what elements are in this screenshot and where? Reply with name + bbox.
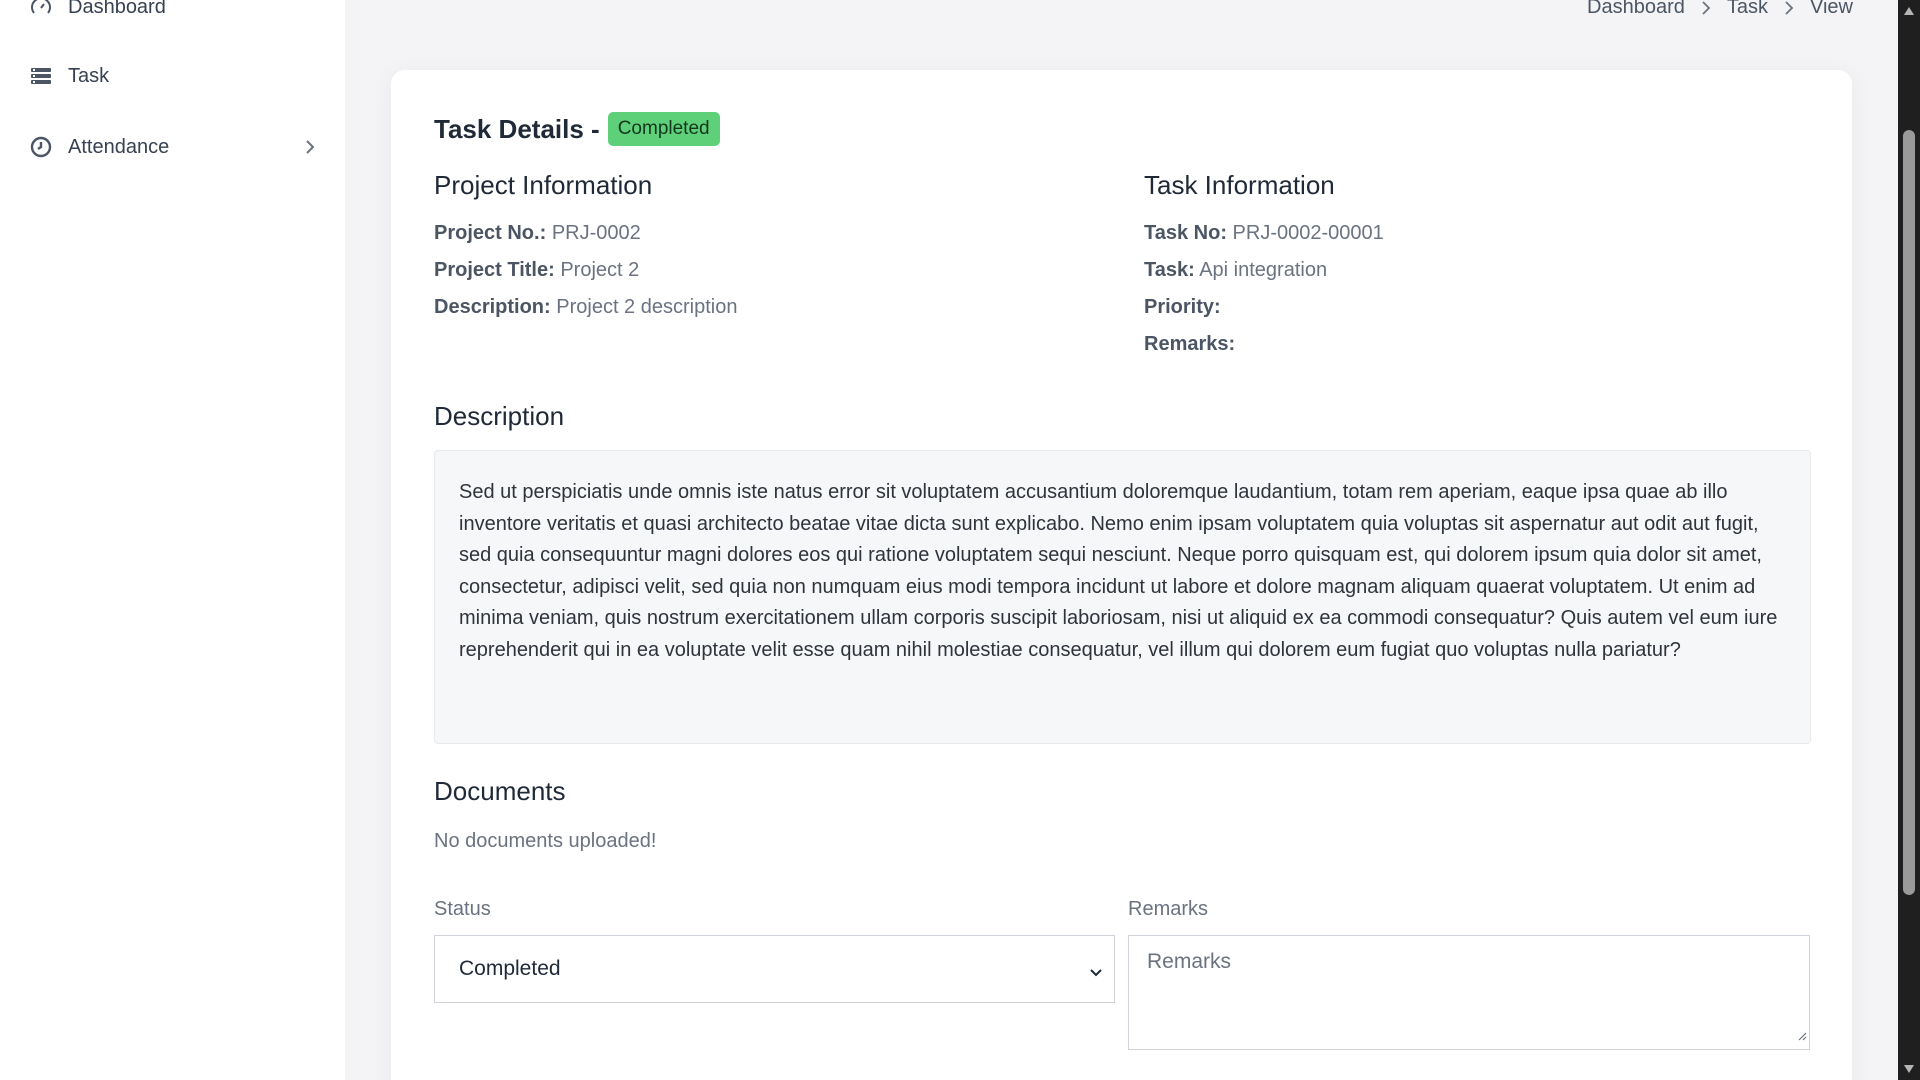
project-no-label: Project No.: xyxy=(434,222,547,244)
sidebar-item-dashboard[interactable]: Dashboard xyxy=(28,0,320,27)
task-name-value: Api integration xyxy=(1199,259,1328,281)
sidebar-item-label: Dashboard xyxy=(68,0,166,18)
chevron-down-icon xyxy=(1088,962,1104,986)
description-heading: Description xyxy=(434,401,565,431)
priority-label: Priority: xyxy=(1144,296,1221,318)
project-description: Description: Project 2 description xyxy=(434,296,737,319)
task-name-label: Task: xyxy=(1144,259,1195,281)
scroll-up-icon[interactable] xyxy=(1902,4,1916,18)
resize-grip-icon[interactable] xyxy=(1795,1023,1807,1047)
task-remarks: Remarks: xyxy=(1144,333,1235,356)
status-badge: Completed xyxy=(607,112,720,146)
chevron-right-icon xyxy=(300,137,320,163)
description-box: Sed ut perspiciatis unde omnis iste natu… xyxy=(434,450,1811,744)
task-no-label: Task No: xyxy=(1144,222,1227,244)
project-no-value: PRJ-0002 xyxy=(551,222,641,244)
scroll-thumb[interactable] xyxy=(1903,130,1915,895)
page-title: Task Details - Completed xyxy=(434,112,720,146)
remarks-placeholder: Remarks xyxy=(1147,950,1232,973)
project-info-heading: Project Information xyxy=(434,170,653,200)
list-icon xyxy=(28,63,54,89)
scroll-down-icon[interactable] xyxy=(1902,1062,1916,1076)
status-label: Status xyxy=(434,898,491,920)
status-select[interactable]: Completed xyxy=(434,935,1115,1003)
breadcrumb: Dashboard Task View xyxy=(1587,0,1853,19)
task-info-heading: Task Information xyxy=(1144,170,1335,200)
remarks-textarea[interactable]: Remarks xyxy=(1128,935,1810,1050)
project-title-value: Project 2 xyxy=(560,259,640,281)
no-documents-text: No documents uploaded! xyxy=(434,830,657,852)
page-scrollbar[interactable] xyxy=(1898,0,1920,1080)
sidebar: Dashboard Task Attendance xyxy=(0,0,345,1080)
sidebar-item-task[interactable]: Task xyxy=(28,56,320,96)
task-details-card: Task Details - Completed Project Informa… xyxy=(391,70,1852,1080)
chevron-right-icon xyxy=(1699,0,1713,17)
project-description-value: Project 2 description xyxy=(556,296,738,318)
breadcrumb-dashboard[interactable]: Dashboard xyxy=(1587,0,1685,19)
status-select-value: Completed xyxy=(459,957,561,980)
description-text: Sed ut perspiciatis unde omnis iste natu… xyxy=(459,481,1778,661)
breadcrumb-view: View xyxy=(1810,0,1853,18)
clock-icon xyxy=(28,134,54,160)
sidebar-item-label: Attendance xyxy=(68,135,170,158)
task-name: Task: Api integration xyxy=(1144,259,1327,282)
task-no: Task No: PRJ-0002-00001 xyxy=(1144,222,1384,245)
project-no: Project No.: PRJ-0002 xyxy=(434,222,641,245)
gauge-icon xyxy=(28,0,54,20)
task-title-text: Task Details - xyxy=(434,113,600,144)
task-priority: Priority: xyxy=(1144,296,1221,319)
remarks-label: Remarks: xyxy=(1144,333,1236,355)
sidebar-item-label: Task xyxy=(68,64,110,87)
sidebar-item-attendance[interactable]: Attendance xyxy=(28,127,320,167)
documents-heading: Documents xyxy=(434,776,566,806)
chevron-right-icon xyxy=(1782,0,1796,17)
breadcrumb-task[interactable]: Task xyxy=(1727,0,1768,19)
project-description-label: Description: xyxy=(434,296,551,318)
project-title-label: Project Title: xyxy=(434,259,555,281)
task-no-value: PRJ-0002-00001 xyxy=(1232,222,1384,244)
project-title: Project Title: Project 2 xyxy=(434,259,639,282)
remarks-field-label: Remarks xyxy=(1128,898,1209,920)
